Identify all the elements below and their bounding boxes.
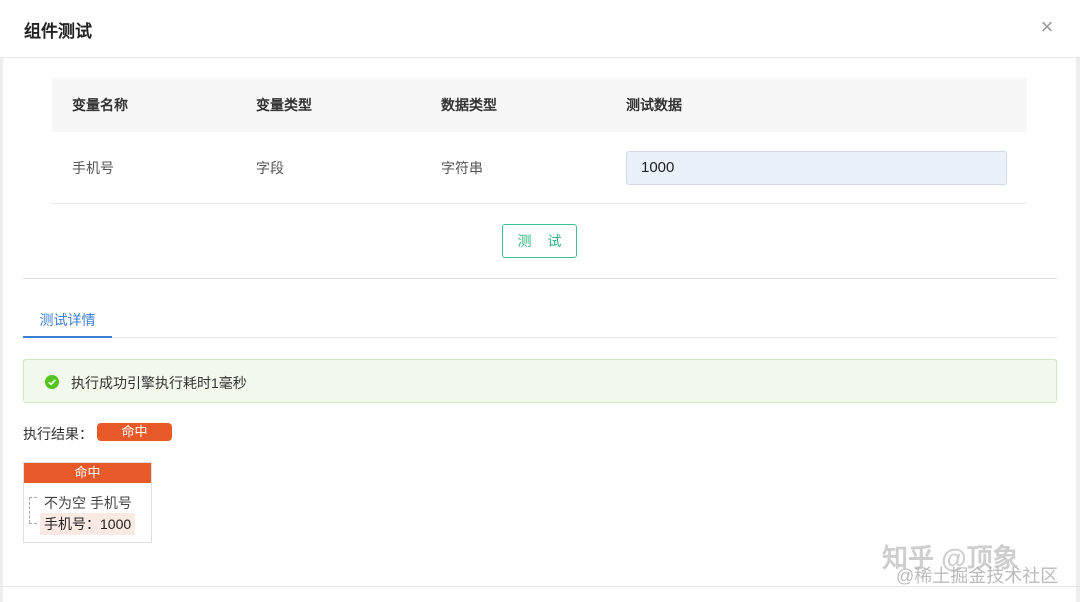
- result-label: 执行结果：: [23, 426, 93, 442]
- tab-test-details[interactable]: 测试详情: [23, 310, 112, 338]
- cell-variable-name: 手机号: [72, 159, 114, 176]
- node-condition: 不为空 手机号: [44, 495, 132, 511]
- tree-branch: [29, 497, 37, 498]
- component-test-dialog: 组件测试 × 变量名称 变量类型 数据类型 测试数据 手机号 字段 字符串 测 …: [0, 0, 1080, 602]
- tree-connector: [29, 497, 37, 523]
- alert-message: 执行成功引擎执行耗时1毫秒: [71, 375, 247, 391]
- tree-branch: [29, 523, 37, 524]
- check-circle-icon: [45, 375, 59, 389]
- tab-bar: 测试详情: [23, 300, 1057, 338]
- variable-table: 变量名称 变量类型 数据类型 测试数据 手机号 字段 字符串: [52, 78, 1027, 204]
- header-variable-type: 变量类型: [256, 97, 312, 113]
- header-data-type: 数据类型: [441, 97, 497, 113]
- node-value: 手机号：1000: [40, 513, 136, 535]
- close-icon[interactable]: ×: [1036, 16, 1058, 38]
- test-button[interactable]: 测 试: [502, 224, 577, 258]
- watermark-juejin: @稀土掘金技术社区: [896, 566, 1059, 586]
- header-test-data: 测试数据: [626, 97, 682, 113]
- node-header: 命中: [24, 463, 151, 483]
- result-badge: 命中: [97, 423, 172, 441]
- cell-data-type: 字符串: [441, 159, 483, 176]
- left-edge: [0, 58, 3, 602]
- header-variable-name: 变量名称: [72, 97, 128, 113]
- cell-test-data: [606, 150, 1027, 185]
- cell-variable-type: 字段: [256, 159, 284, 176]
- right-edge: [1076, 58, 1080, 602]
- success-alert: 执行成功引擎执行耗时1毫秒: [23, 359, 1057, 403]
- table-header: 变量名称 变量类型 数据类型 测试数据: [52, 78, 1027, 132]
- section-divider: [23, 278, 1057, 279]
- dialog-header: 组件测试 ×: [0, 0, 1080, 58]
- rule-node: 命中 不为空 手机号 手机号：1000: [23, 462, 152, 543]
- dialog-title: 组件测试: [24, 22, 92, 41]
- table-row: 手机号 字段 字符串: [52, 132, 1027, 204]
- test-data-input[interactable]: [626, 150, 1007, 185]
